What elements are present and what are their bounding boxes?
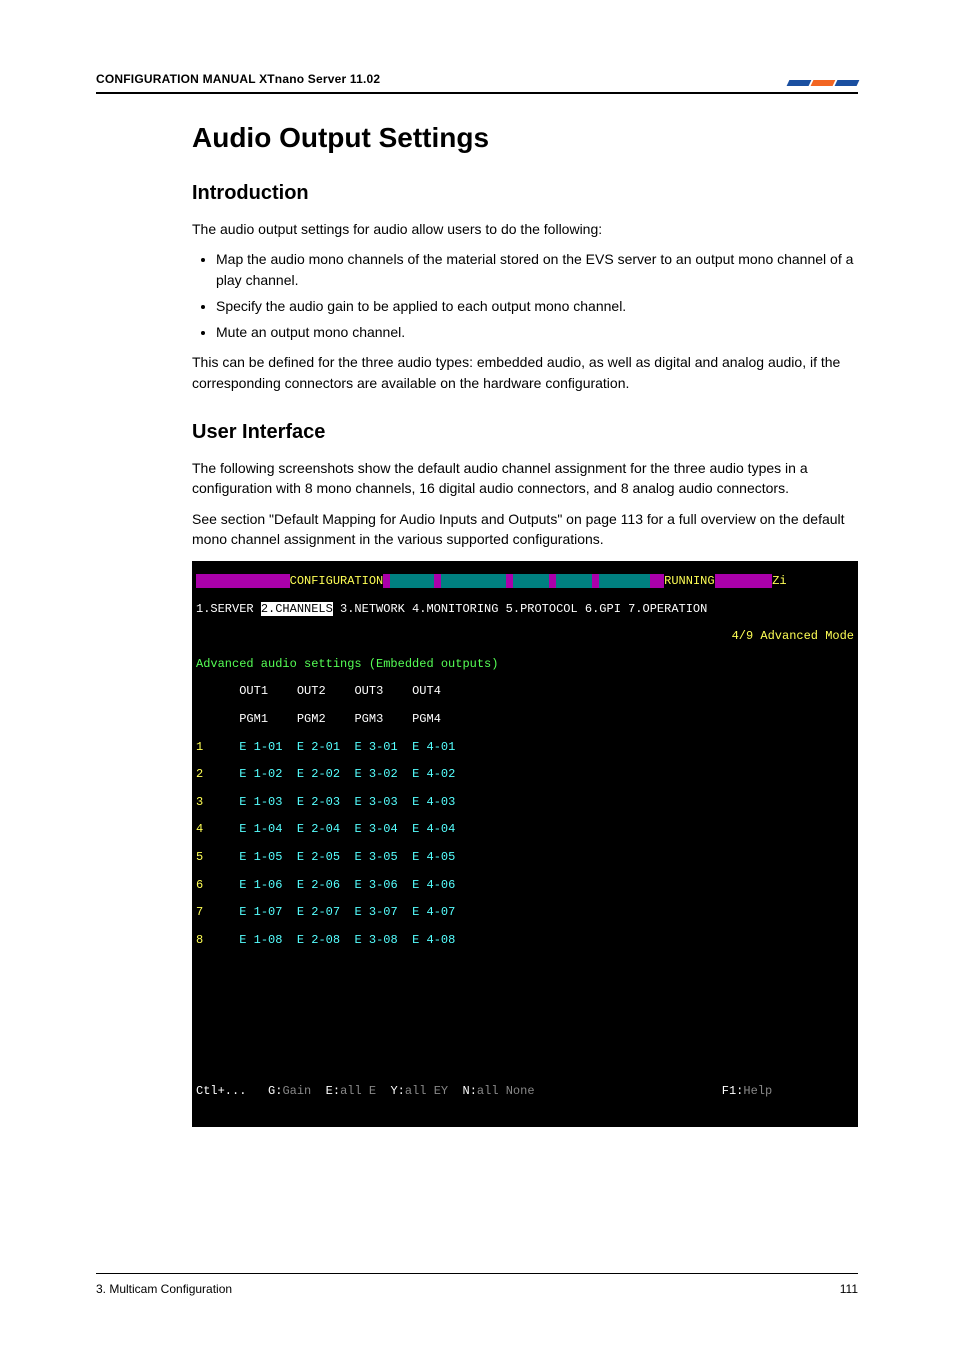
term-tab-5: 5.PROTOCOL [506, 602, 578, 616]
ui-p2: See section "Default Mapping for Audio I… [192, 509, 858, 550]
logo-bar-blue-2 [835, 80, 860, 86]
evs-logo [786, 80, 858, 86]
logo-bar-blue-1 [787, 80, 812, 86]
intro-item-3: Mute an output mono channel. [216, 322, 858, 342]
logo-bar-orange [811, 80, 836, 86]
term-col-hdr [196, 684, 239, 698]
intro-heading: Introduction [192, 182, 858, 205]
intro-lead: The audio output settings for audio allo… [192, 219, 858, 239]
footer-page: 111 [840, 1282, 858, 1296]
term-zi: Zi [772, 574, 786, 588]
term-mode: 4/9 Advanced Mode [732, 629, 854, 643]
term-tab-3: 3.NETWORK [340, 602, 405, 616]
term-tab-2: 2.CHANNELS [261, 602, 333, 616]
term-section-title: Advanced audio settings (Embedded output… [196, 657, 498, 671]
ui-p1: The following screenshots show the defau… [192, 458, 858, 499]
intro-item-1: Map the audio mono channels of the mater… [216, 249, 858, 290]
term-tab-6: 6.GPI [585, 602, 621, 616]
ui-heading: User Interface [192, 421, 858, 444]
term-tab-4: 4.MONITORING [412, 602, 498, 616]
intro-list: Map the audio mono channels of the mater… [192, 249, 858, 342]
term-footer-ctl: Ctl+... [196, 1084, 246, 1098]
term-running: RUNNING [664, 574, 714, 588]
term-field-1 [390, 574, 433, 588]
term-tab-7: 7.OPERATION [628, 602, 707, 616]
page-title: Audio Output Settings [192, 122, 858, 154]
term-config-label: CONFIGURATION [290, 574, 384, 588]
term-field-2 [441, 574, 506, 588]
term-field-3 [513, 574, 549, 588]
term-field-4 [556, 574, 592, 588]
intro-note: This can be defined for the three audio … [192, 352, 858, 393]
terminal-screenshot: CONFIGURATION RUNNING Zi 1.SERVER 2.CHAN… [192, 561, 858, 1126]
footer-section: 3. Multicam Configuration [96, 1282, 232, 1296]
term-tab-1: 1.SERVER [196, 602, 254, 616]
intro-item-2: Specify the audio gain to be applied to … [216, 296, 858, 316]
term-field-5 [599, 574, 649, 588]
doc-header: CONFIGURATION MANUAL XTnano Server 11.02 [96, 72, 380, 86]
